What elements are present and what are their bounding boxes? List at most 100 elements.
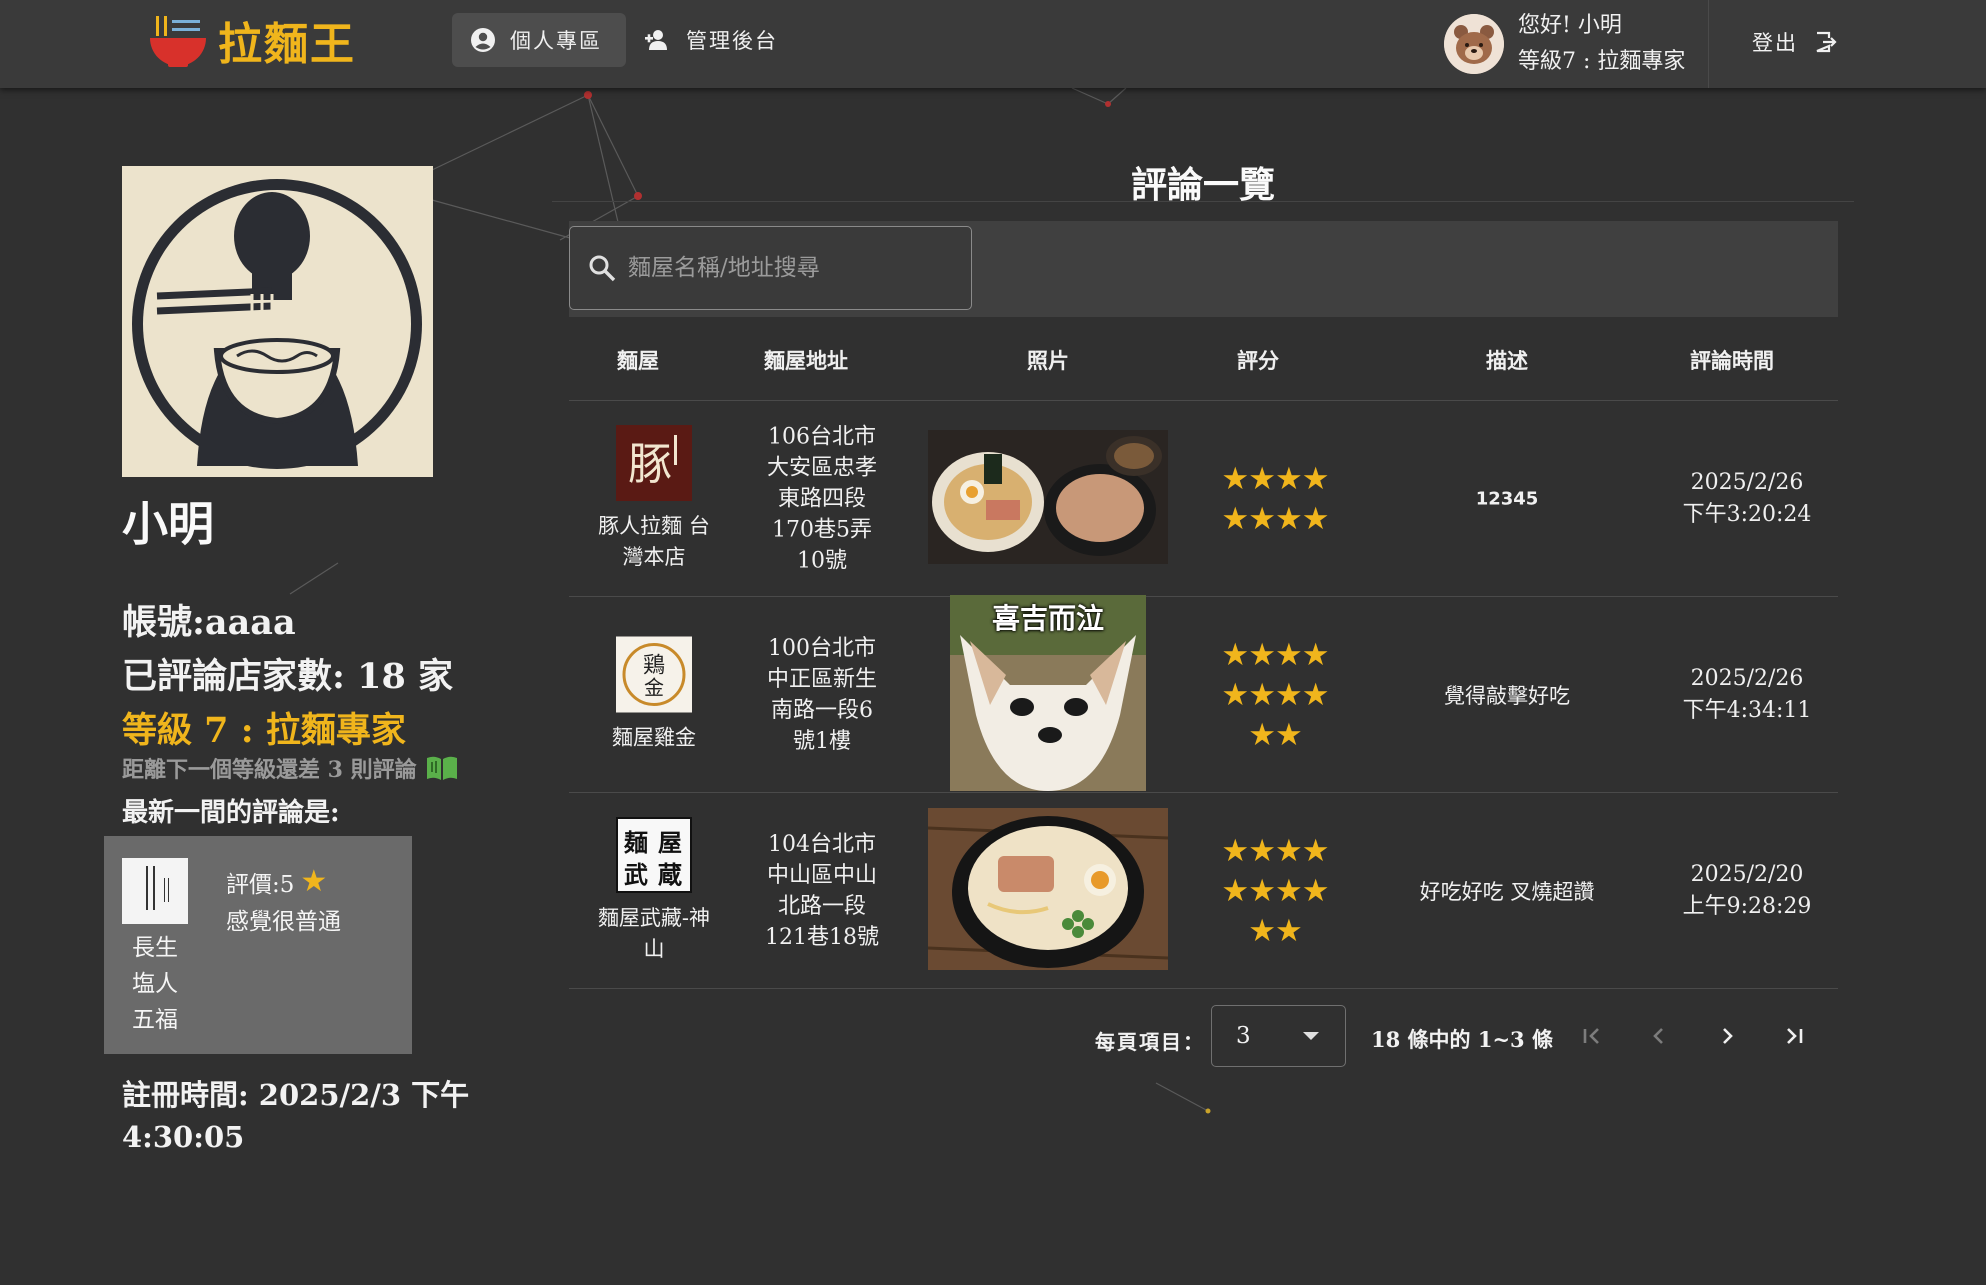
- latest-rating: 評價:5 ★: [226, 864, 327, 899]
- shop-logo: 麺 屋 武 蔵: [614, 815, 694, 895]
- star-icons: ★★★★ ★★★★ ★★: [1221, 833, 1329, 949]
- svg-text:金: 金: [644, 676, 664, 700]
- shop-address: 106台北市大安區忠孝東路四段170巷5弄10號: [766, 424, 877, 574]
- last-page-button[interactable]: [1776, 1018, 1812, 1054]
- brand-name: 拉麵王: [218, 19, 356, 70]
- reviews-table: 麵屋 麵屋地址 照片 評分 描述 評論時間 豚 豚人拉麵 台灣本店 106台北市…: [569, 317, 1838, 989]
- table-row[interactable]: 豚 豚人拉麵 台灣本店 106台北市大安區忠孝東路四段170巷5弄10號 ★★★…: [569, 401, 1838, 597]
- previous-page-button[interactable]: [1641, 1018, 1677, 1054]
- svg-text:蔵: 蔵: [658, 860, 682, 889]
- ramen-photo: [927, 808, 1169, 970]
- bear-avatar-icon: [1444, 14, 1504, 74]
- account-circle-icon: [471, 28, 495, 52]
- page-size-value: 3: [1236, 1023, 1251, 1049]
- latest-review-label: 最新一間的評論是:: [122, 798, 340, 828]
- review-date: 2025/2/20: [1690, 862, 1804, 887]
- review-clock: 上午9:28:29: [1682, 894, 1812, 919]
- ramen-eater-illustration: [122, 166, 433, 477]
- first-page-icon: [1583, 1028, 1599, 1044]
- star-icon: ★: [300, 864, 328, 899]
- search-input[interactable]: [628, 255, 948, 281]
- register-time: 註冊時間: 2025/2/3 下午4:30:05: [122, 1078, 470, 1154]
- shop-cell: 豚 豚人拉麵 台灣本店: [596, 425, 712, 573]
- column-header-photo[interactable]: 照片: [1027, 345, 1069, 375]
- review-photo[interactable]: [927, 808, 1169, 974]
- user-menu[interactable]: 您好! 小明 等級7 : 拉麵專家: [1444, 6, 1685, 82]
- logout-button[interactable]: 登出: [1752, 22, 1838, 62]
- latest-comment: 感覺很普通: [226, 909, 341, 935]
- star-icons: ★★★★ ★★★★ ★★: [1221, 637, 1329, 753]
- table-row[interactable]: 鶏 金 麵屋雞金 100台北市中正區新生南路一段6號1樓 喜吉而泣 ★★★★ ★★…: [569, 595, 1838, 795]
- review-clock: 下午4:34:11: [1682, 698, 1812, 723]
- review-photo[interactable]: [928, 430, 1168, 568]
- shop-logo: 豚: [616, 425, 692, 501]
- latest-rating-text: 評價:5: [226, 871, 295, 898]
- shop-logo-image: [122, 858, 188, 924]
- review-time: 2025/2/20 上午9:28:29: [1683, 859, 1812, 923]
- user-greeting: 您好! 小明: [1518, 13, 1622, 38]
- profile-picture: [122, 166, 433, 477]
- profile-name: 小明: [122, 497, 214, 551]
- rating-stars: ★★★★ ★★★★: [1216, 459, 1334, 539]
- shop-logo: [122, 858, 188, 924]
- latest-shop-name: 長生塩人五福: [132, 935, 178, 1033]
- page-size-select[interactable]: 3: [1211, 1005, 1346, 1067]
- divider: [552, 201, 1854, 202]
- nav-profile-label: 個人專區: [510, 29, 602, 53]
- divider: [1708, 0, 1709, 88]
- svg-text:武: 武: [624, 860, 648, 889]
- profile-level: 等級 7 : 拉麵專家: [122, 710, 406, 751]
- logout-icon: [1816, 31, 1837, 53]
- shop-address: 100台北市中正區新生南路一段6號1樓: [766, 636, 877, 754]
- nav-profile-button[interactable]: 個人專區: [452, 13, 626, 67]
- nav-admin-button[interactable]: 管理後台: [626, 13, 802, 67]
- manage-accounts-icon: [645, 30, 667, 50]
- shop-address: 104台北市中山區中山北路一段121巷18號: [765, 832, 879, 950]
- last-page-icon: [1787, 1028, 1803, 1044]
- star-icons: ★★★★ ★★★★: [1221, 461, 1329, 537]
- ramen-bowl-icon: [150, 16, 206, 67]
- review-photo[interactable]: 喜吉而泣: [950, 595, 1146, 795]
- review-time: 2025/2/26 下午3:20:24: [1683, 467, 1812, 531]
- table-row[interactable]: 麺 屋 武 蔵 麵屋武藏-神山 104台北市中山區中山北路一段121巷18號 ★…: [569, 793, 1838, 989]
- first-page-button[interactable]: [1574, 1018, 1610, 1054]
- shop-cell: 鶏 金 麵屋雞金: [596, 636, 712, 754]
- search-icon: [589, 255, 616, 282]
- top-navbar: 拉麵王 個人專區 管理後台 您好! 小明 等級7: 拉麵專家 登出: [0, 0, 1986, 88]
- logout-label: 登出: [1752, 31, 1798, 55]
- avatar: [1444, 14, 1504, 74]
- review-description: 12345: [1475, 488, 1539, 510]
- chevron-right-icon: [1723, 1028, 1733, 1044]
- column-header-address[interactable]: 麵屋地址: [764, 345, 848, 375]
- review-clock: 下午3:20:24: [1682, 502, 1812, 527]
- shop-name: 麵屋雞金: [612, 725, 696, 750]
- paginator: 每頁項目： 3 18 條中的 1~3 條: [569, 988, 1838, 1084]
- latest-review-card[interactable]: 長生塩人五福 評價:5 ★ 感覺很普通: [104, 836, 412, 1054]
- profile-account: 帳號:aaaa: [122, 602, 296, 643]
- column-header-time[interactable]: 評論時間: [1690, 345, 1774, 375]
- review-time: 2025/2/26 下午4:34:11: [1683, 663, 1812, 727]
- svg-text:豚: 豚: [628, 439, 672, 490]
- next-level-text: 距離下一個等級還差 3 則評論: [122, 757, 417, 783]
- page-range: 18 條中的 1~3 條: [1371, 1027, 1553, 1052]
- brand-logo[interactable]: 拉麵王: [148, 10, 356, 70]
- user-level: 等級7 : 拉麵專家: [1518, 49, 1686, 74]
- next-page-button[interactable]: [1709, 1018, 1745, 1054]
- svg-text:屋: 屋: [658, 828, 682, 857]
- nav-admin-label: 管理後台: [686, 29, 778, 53]
- rating-stars: ★★★★ ★★★★ ★★: [1216, 635, 1334, 755]
- shop-cell: 麺 屋 武 蔵 麵屋武藏-神山: [596, 815, 712, 965]
- profile-review-count: 已評論店家數: 18 家: [122, 656, 453, 697]
- column-header-shop[interactable]: 麵屋: [617, 345, 659, 375]
- shop-name: 豚人拉麵 台灣本店: [598, 514, 710, 569]
- next-level-hint: 距離下一個等級還差 3 則評論: [122, 752, 459, 784]
- photo-caption: 喜吉而泣: [991, 602, 1104, 635]
- chevron-down-icon: [1303, 1032, 1319, 1040]
- shop-name: 麵屋武藏-神山: [597, 906, 711, 961]
- column-header-rating[interactable]: 評分: [1237, 345, 1279, 375]
- table-header: 麵屋 麵屋地址 照片 評分 描述 評論時間: [569, 317, 1838, 401]
- shop-logo: 鶏 金: [616, 636, 692, 713]
- rating-stars: ★★★★ ★★★★ ★★: [1216, 831, 1334, 951]
- search-field[interactable]: [569, 226, 972, 310]
- column-header-description[interactable]: 描述: [1486, 345, 1528, 375]
